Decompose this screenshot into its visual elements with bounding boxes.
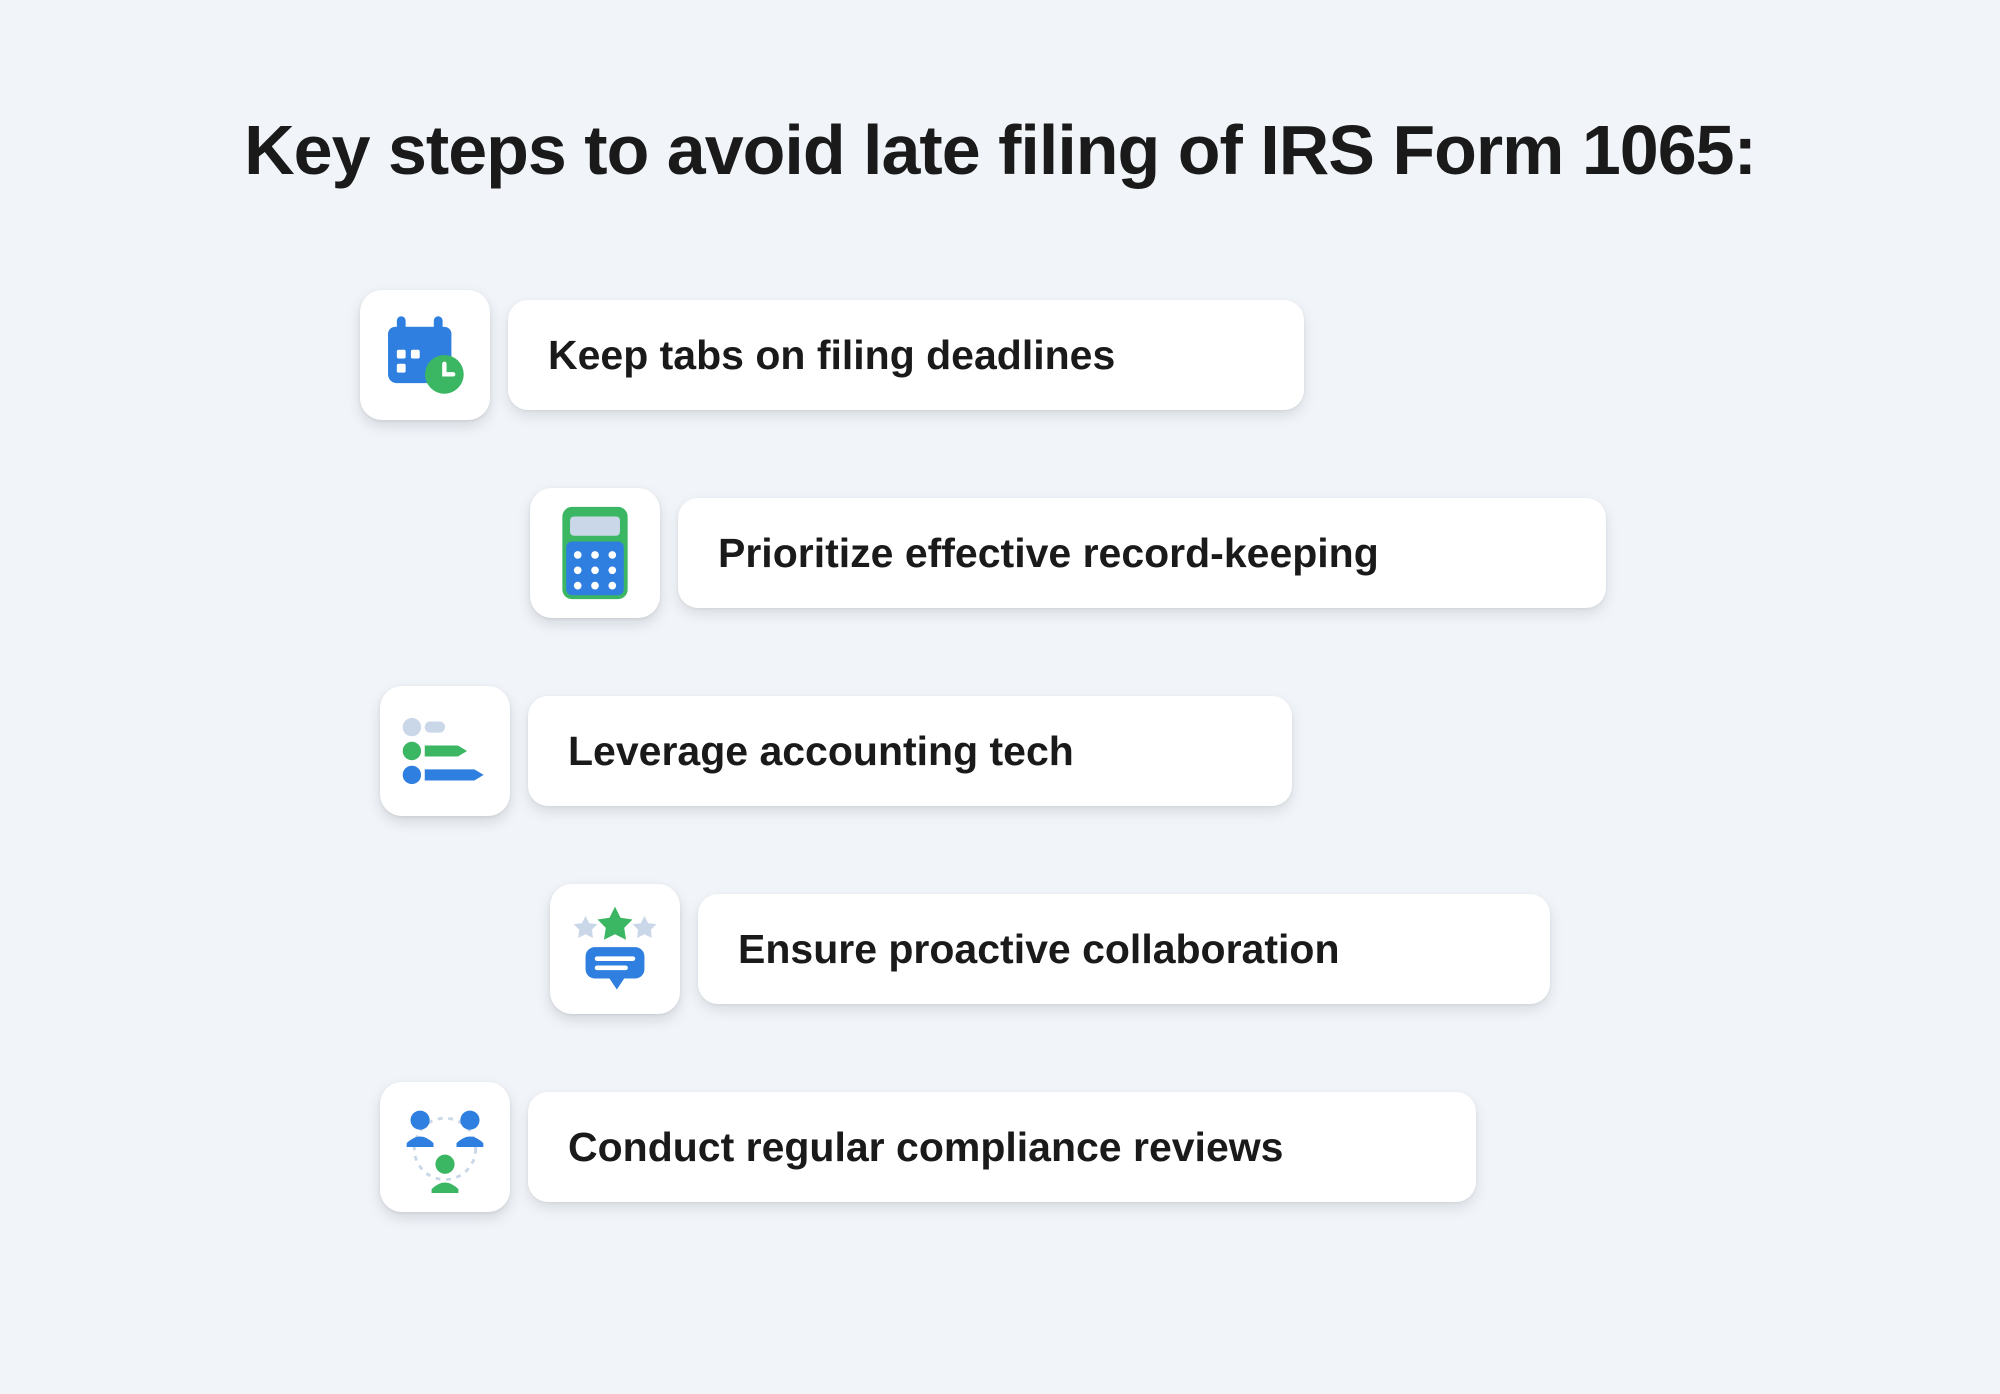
team-review-icon — [380, 1082, 510, 1212]
step-4-label: Ensure proactive collaboration — [698, 894, 1550, 1004]
page-title: Key steps to avoid late filing of IRS Fo… — [0, 110, 2000, 190]
step-5: Conduct regular compliance reviews — [380, 1082, 1476, 1212]
step-1-label: Keep tabs on filing deadlines — [508, 300, 1304, 410]
step-5-label: Conduct regular compliance reviews — [528, 1092, 1476, 1202]
feedback-stars-icon — [550, 884, 680, 1014]
calendar-clock-icon — [360, 290, 490, 420]
step-1: Keep tabs on filing deadlines — [360, 290, 1304, 420]
step-3-label: Leverage accounting tech — [528, 696, 1292, 806]
calculator-icon — [530, 488, 660, 618]
step-3: Leverage accounting tech — [380, 686, 1292, 816]
step-4: Ensure proactive collaboration — [550, 884, 1550, 1014]
step-2: Prioritize effective record-keeping — [530, 488, 1606, 618]
bars-progress-icon — [380, 686, 510, 816]
step-2-label: Prioritize effective record-keeping — [678, 498, 1606, 608]
